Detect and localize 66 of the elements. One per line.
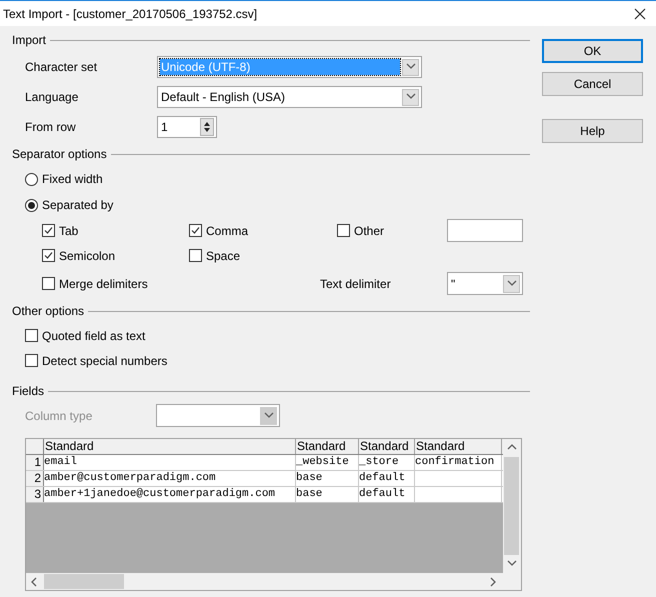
column-header[interactable]: Standard [415, 439, 502, 454]
close-icon[interactable] [634, 8, 646, 20]
table-cell: default [359, 487, 415, 502]
table-cell: base [296, 471, 359, 486]
checkbox[interactable] [25, 329, 38, 342]
checkbox-label: Comma [206, 222, 248, 240]
radio-label: Separated by [42, 197, 114, 214]
radio-button[interactable] [25, 198, 38, 212]
dropdown-value: Default - English (USA) [160, 89, 286, 105]
checkbox-label: Quoted field as text [42, 328, 146, 344]
section-heading: Other options [12, 303, 86, 320]
table-cell: default [359, 471, 415, 486]
dialog-button[interactable]: Help [542, 119, 643, 143]
column-header[interactable]: Standard [44, 439, 296, 454]
field-label: Text delimiter [320, 276, 392, 292]
checkbox-label: Semicolon [59, 248, 116, 264]
checkbox-label: Other [354, 222, 384, 240]
dropdown-value: Unicode (UTF-8) [160, 59, 400, 75]
section-heading: Fields [12, 383, 46, 400]
table-cell: _website [296, 455, 359, 470]
spin-field[interactable]: 1 [157, 116, 217, 138]
table-cell: email [44, 455, 296, 470]
checkbox[interactable] [42, 249, 55, 262]
table-cell: base [296, 487, 359, 502]
up-arrow-icon [204, 122, 210, 126]
other-separator-field[interactable] [447, 219, 523, 242]
window-title: Text Import - [customer_20170506_193752.csv] [3, 6, 258, 22]
column-header[interactable]: Standard [296, 439, 359, 454]
field-label: From row [25, 119, 77, 136]
field-label: Language [25, 89, 80, 106]
spin-buttons[interactable] [200, 118, 214, 136]
checkbox-label: Merge delimiters [59, 276, 148, 292]
chevron-down-icon [264, 410, 274, 420]
dropdown-value: " [451, 276, 456, 292]
section-heading: Import [12, 32, 48, 49]
radio-label: Fixed width [42, 171, 103, 188]
scrollbar-thumb[interactable] [504, 457, 519, 556]
row-number: 1 [26, 455, 44, 470]
field-label: Column type [25, 408, 94, 424]
down-arrow-icon [204, 128, 210, 132]
checkbox[interactable] [25, 354, 38, 367]
table-cell: amber+1janedoe@customerparadigm.com [44, 487, 296, 502]
checkbox-label: Tab [59, 222, 78, 240]
column-type-dropdown[interactable] [156, 404, 280, 427]
scrollbar-thumb[interactable] [44, 574, 124, 590]
section-heading: Separator options [12, 146, 108, 163]
checkbox-label: Space [206, 248, 240, 264]
table-cell: _store [359, 455, 415, 470]
radio-button[interactable] [25, 172, 38, 186]
dialog-button[interactable]: OK [542, 39, 643, 63]
dialog-button[interactable]: Cancel [542, 72, 643, 96]
table-cell: amber@customerparadigm.com [44, 471, 296, 486]
checkbox[interactable] [42, 277, 55, 290]
dropdown[interactable]: Default - English (USA) [157, 86, 422, 108]
column-header[interactable]: Standard [359, 439, 415, 454]
checkbox[interactable] [337, 224, 350, 237]
checkbox-label: Detect special numbers [42, 352, 168, 370]
checkbox[interactable] [189, 249, 202, 262]
dropdown[interactable]: " [447, 272, 523, 295]
field-label: Character set [25, 59, 98, 76]
checkbox[interactable] [189, 224, 202, 237]
row-number: 2 [26, 471, 44, 486]
table-cell: confirmation [415, 455, 502, 470]
row-number: 3 [26, 487, 44, 502]
chevron-down-icon [506, 278, 516, 288]
checkbox[interactable] [42, 224, 55, 237]
